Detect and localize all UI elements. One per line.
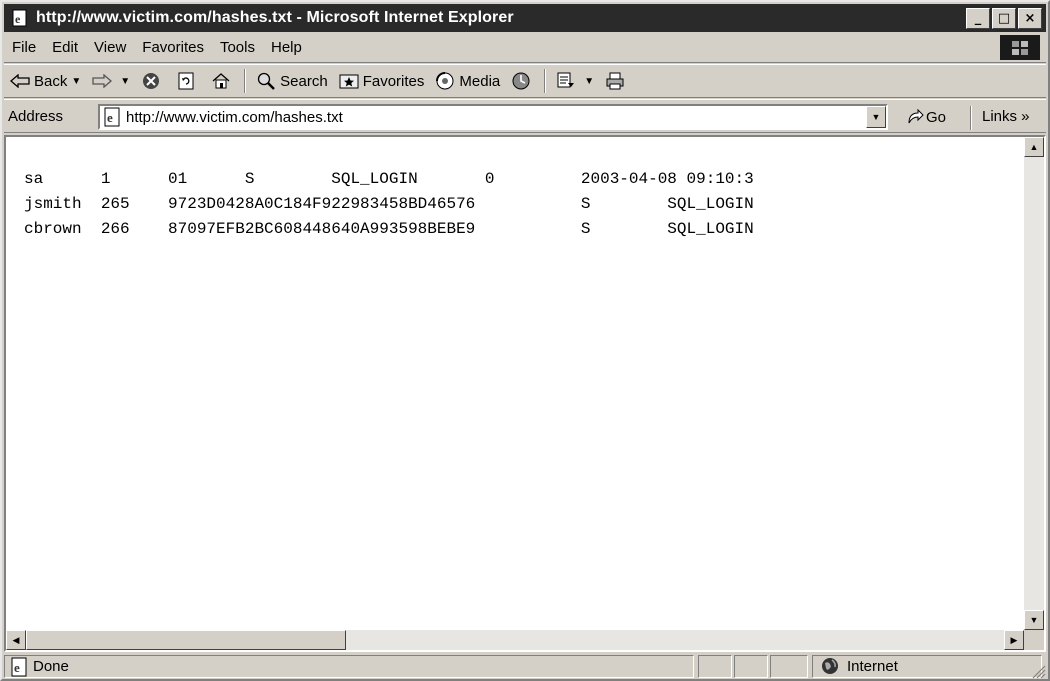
address-bar: Address e http://www.victim.com/hashes.t… bbox=[4, 99, 1046, 133]
menu-view[interactable]: View bbox=[86, 39, 134, 56]
media-icon bbox=[434, 70, 456, 92]
media-button[interactable]: Media bbox=[429, 67, 505, 95]
menu-tools[interactable]: Tools bbox=[212, 39, 263, 56]
ie-page-icon[interactable]: e bbox=[10, 8, 30, 28]
go-label: Go bbox=[926, 108, 947, 126]
address-input[interactable]: e http://www.victim.com/hashes.txt ▼ bbox=[98, 104, 888, 130]
mail-button[interactable]: ▼ bbox=[550, 67, 599, 95]
favorites-button[interactable]: Favorites bbox=[333, 67, 430, 95]
scroll-down-button[interactable]: ▼ bbox=[1024, 610, 1044, 630]
back-button[interactable]: Back ▼ bbox=[4, 67, 86, 95]
browser-window: e http://www.victim.com/hashes.txt - Mic… bbox=[0, 0, 1050, 681]
globe-icon bbox=[821, 657, 841, 677]
svg-text:e: e bbox=[14, 660, 20, 675]
status-bar: e Done Internet bbox=[4, 654, 1046, 679]
chevron-down-icon[interactable]: ▼ bbox=[71, 76, 81, 87]
print-icon bbox=[604, 70, 626, 92]
back-label: Back bbox=[34, 72, 68, 90]
home-icon bbox=[210, 70, 232, 92]
address-dropdown-button[interactable]: ▼ bbox=[866, 106, 886, 128]
favorites-label: Favorites bbox=[362, 72, 425, 90]
status-cell bbox=[770, 655, 808, 678]
history-button[interactable] bbox=[505, 67, 540, 95]
ie-page-icon: e bbox=[102, 107, 122, 127]
forward-button[interactable]: ▼ bbox=[86, 67, 135, 95]
stop-icon bbox=[140, 70, 162, 92]
stop-button[interactable] bbox=[135, 67, 170, 95]
horizontal-scrollbar[interactable]: ◀ ▶ bbox=[6, 630, 1024, 650]
address-url[interactable]: http://www.victim.com/hashes.txt bbox=[126, 109, 343, 126]
title-bar[interactable]: e http://www.victim.com/hashes.txt - Mic… bbox=[4, 4, 1046, 32]
maximize-button[interactable]: □ bbox=[992, 8, 1016, 29]
minimize-button[interactable]: _ bbox=[966, 8, 990, 29]
standard-toolbar: Back ▼ ▼ Search Favorites Media ▼ bbox=[4, 64, 1046, 98]
search-button[interactable]: Search bbox=[250, 67, 333, 95]
favorites-icon bbox=[338, 70, 360, 92]
refresh-icon bbox=[175, 70, 197, 92]
status-cell bbox=[734, 655, 768, 678]
close-button[interactable]: × bbox=[1018, 8, 1042, 29]
svg-text:e: e bbox=[107, 110, 113, 125]
media-label: Media bbox=[459, 72, 501, 90]
refresh-button[interactable] bbox=[170, 67, 205, 95]
status-cell bbox=[698, 655, 732, 678]
menu-bar: File Edit View Favorites Tools Help bbox=[4, 33, 1046, 63]
text-line: sa 1 01 S SQL_LOGIN 0 2003-04-08 09:10:3 bbox=[24, 170, 754, 188]
security-zone[interactable]: Internet bbox=[812, 655, 1042, 678]
links-separator bbox=[970, 106, 972, 130]
back-arrow-icon bbox=[9, 70, 31, 92]
status-panel: e Done bbox=[4, 655, 694, 678]
chevron-down-icon[interactable]: ▼ bbox=[584, 76, 594, 87]
menu-favorites[interactable]: Favorites bbox=[134, 39, 212, 56]
forward-arrow-icon bbox=[91, 70, 113, 92]
windows-flag-icon bbox=[1000, 35, 1040, 60]
menu-help[interactable]: Help bbox=[263, 39, 310, 56]
chevron-down-icon[interactable]: ▼ bbox=[120, 76, 130, 87]
menu-file[interactable]: File bbox=[4, 39, 44, 56]
toolbar-separator bbox=[244, 69, 247, 93]
go-arrow-icon bbox=[904, 106, 926, 128]
search-icon bbox=[255, 70, 277, 92]
resize-grip-icon[interactable] bbox=[1030, 663, 1046, 679]
scrollbar-corner bbox=[1024, 630, 1044, 650]
search-label: Search bbox=[280, 72, 328, 90]
zone-label: Internet bbox=[847, 658, 898, 675]
vertical-scrollbar[interactable]: ▲ ▼ bbox=[1024, 137, 1044, 630]
scroll-left-button[interactable]: ◀ bbox=[6, 630, 26, 650]
scroll-up-button[interactable]: ▲ bbox=[1024, 137, 1044, 157]
page-content[interactable]: sa 1 01 S SQL_LOGIN 0 2003-04-08 09:10:3… bbox=[4, 135, 1046, 652]
ie-page-icon: e bbox=[9, 657, 29, 677]
scroll-right-button[interactable]: ▶ bbox=[1004, 630, 1024, 650]
toolbar-separator bbox=[544, 69, 547, 93]
text-line: jsmith 265 9723D0428A0C184F922983458BD46… bbox=[24, 195, 754, 213]
window-title: http://www.victim.com/hashes.txt - Micro… bbox=[36, 9, 514, 26]
document-text: sa 1 01 S SQL_LOGIN 0 2003-04-08 09:10:3… bbox=[24, 167, 754, 242]
status-text: Done bbox=[33, 658, 69, 675]
menu-edit[interactable]: Edit bbox=[44, 39, 86, 56]
home-button[interactable] bbox=[205, 67, 240, 95]
go-button[interactable]: Go bbox=[904, 104, 946, 130]
mail-icon bbox=[555, 70, 577, 92]
print-button[interactable] bbox=[599, 67, 634, 95]
links-button[interactable]: Links » bbox=[982, 108, 1030, 125]
text-line: cbrown 266 87097EFB2BC608448640A993598BE… bbox=[24, 220, 754, 238]
address-label: Address bbox=[8, 107, 64, 125]
horizontal-scroll-thumb[interactable] bbox=[26, 630, 346, 650]
svg-text:e: e bbox=[15, 12, 21, 26]
history-icon bbox=[510, 70, 532, 92]
